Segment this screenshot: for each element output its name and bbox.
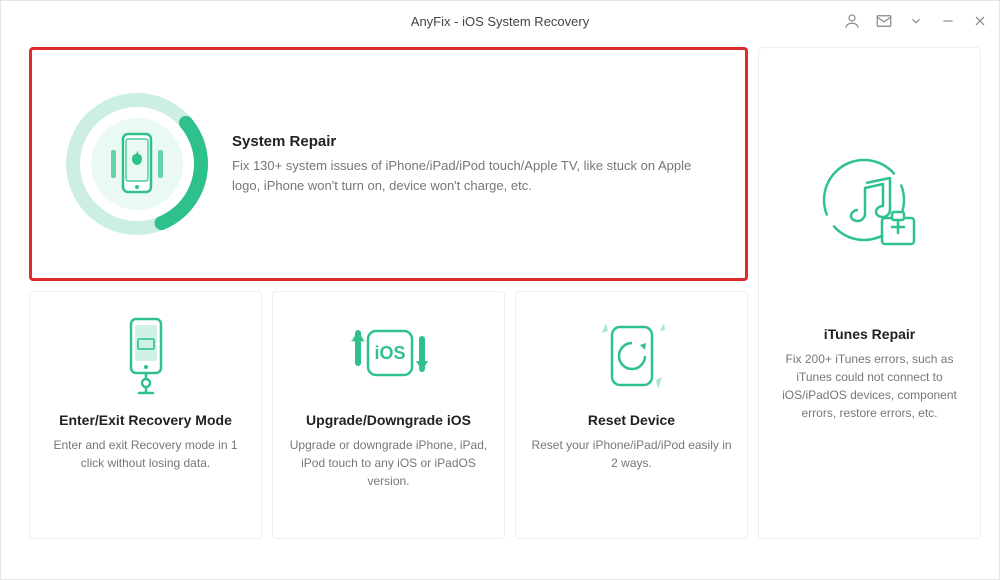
close-icon[interactable] xyxy=(971,12,989,30)
window-controls xyxy=(843,1,989,41)
card-title: Enter/Exit Recovery Mode xyxy=(59,412,232,428)
minimize-icon[interactable] xyxy=(939,12,957,30)
card-upgrade-downgrade[interactable]: iOS Upgrade/Downgrade iOS Upgrade or dow… xyxy=(272,291,505,539)
recovery-mode-icon xyxy=(101,310,191,402)
card-itunes-repair[interactable]: iTunes Repair Fix 200+ iTunes errors, su… xyxy=(758,47,981,539)
card-system-repair[interactable]: System Repair Fix 130+ system issues of … xyxy=(29,47,748,281)
card-reset-device[interactable]: Reset Device Reset your iPhone/iPad/iPod… xyxy=(515,291,748,539)
card-desc: Reset your iPhone/iPad/iPod easily in 2 … xyxy=(530,436,733,472)
account-icon[interactable] xyxy=(843,12,861,30)
main-grid: System Repair Fix 130+ system issues of … xyxy=(1,41,999,539)
card-title: Reset Device xyxy=(588,412,675,428)
app-title: AnyFix - iOS System Recovery xyxy=(411,14,589,29)
card-desc: Fix 130+ system issues of iPhone/iPad/iP… xyxy=(232,156,692,195)
card-desc: Fix 200+ iTunes errors, such as iTunes c… xyxy=(773,350,966,422)
system-repair-text: System Repair Fix 130+ system issues of … xyxy=(232,133,692,195)
card-title: iTunes Repair xyxy=(824,326,916,342)
dropdown-icon[interactable] xyxy=(907,12,925,30)
itunes-repair-icon xyxy=(810,96,930,316)
titlebar: AnyFix - iOS System Recovery xyxy=(1,1,999,41)
card-desc: Upgrade or downgrade iPhone, iPad, iPod … xyxy=(287,436,490,490)
reset-device-icon xyxy=(582,310,682,402)
card-title: Upgrade/Downgrade iOS xyxy=(306,412,471,428)
card-title: System Repair xyxy=(232,133,692,150)
card-recovery-mode[interactable]: Enter/Exit Recovery Mode Enter and exit … xyxy=(29,291,262,539)
system-repair-icon xyxy=(52,79,222,249)
mail-icon[interactable] xyxy=(875,12,893,30)
upgrade-downgrade-icon: iOS xyxy=(334,310,444,402)
card-desc: Enter and exit Recovery mode in 1 click … xyxy=(44,436,247,472)
svg-text:iOS: iOS xyxy=(374,343,405,363)
